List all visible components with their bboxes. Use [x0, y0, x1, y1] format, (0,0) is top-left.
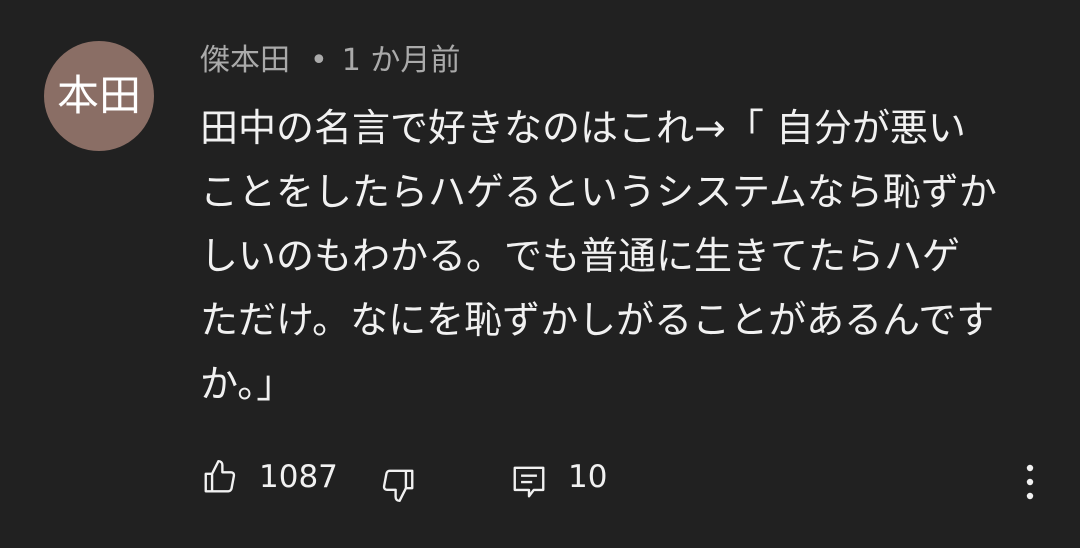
comment-actions: 1087 10: [0, 455, 1080, 505]
comment-line: しいのもわかる。でも普通に生きてたらハゲ: [200, 234, 961, 278]
meta-separator: •: [310, 43, 328, 78]
avatar-initials: 本田: [56, 71, 141, 120]
thumbs-up-icon: [204, 459, 236, 493]
avatar[interactable]: 本田: [44, 41, 154, 151]
comment-icon: [513, 466, 545, 498]
reply-count: 10: [568, 459, 608, 495]
reply-button[interactable]: [507, 460, 551, 504]
comment-header: 傑本田 • 1 か月前: [200, 41, 460, 81]
dislike-button[interactable]: [376, 463, 420, 507]
like-button[interactable]: [198, 455, 242, 499]
more-options-button[interactable]: [1008, 460, 1052, 504]
comment-line: 田中の名言で好きなのはこれ→「 自分が悪い: [200, 106, 966, 150]
thumbs-down-icon: [382, 469, 414, 503]
like-count: 1087: [259, 459, 338, 495]
comment-time[interactable]: 1 か月前: [342, 43, 461, 78]
more-vertical-icon: [1026, 464, 1034, 500]
author-name[interactable]: 傑本田: [200, 43, 290, 78]
comment-line: ただけ。なにを恥ずかしがることがあるんです: [200, 298, 995, 342]
comment-line: ことをしたらハゲるというシステムなら恥ずか: [200, 170, 997, 214]
comment-text: 田中の名言で好きなのはこれ→「 自分が悪い ことをしたらハゲるというシステムなら…: [200, 96, 1040, 416]
comment-line: か。」: [200, 362, 295, 406]
